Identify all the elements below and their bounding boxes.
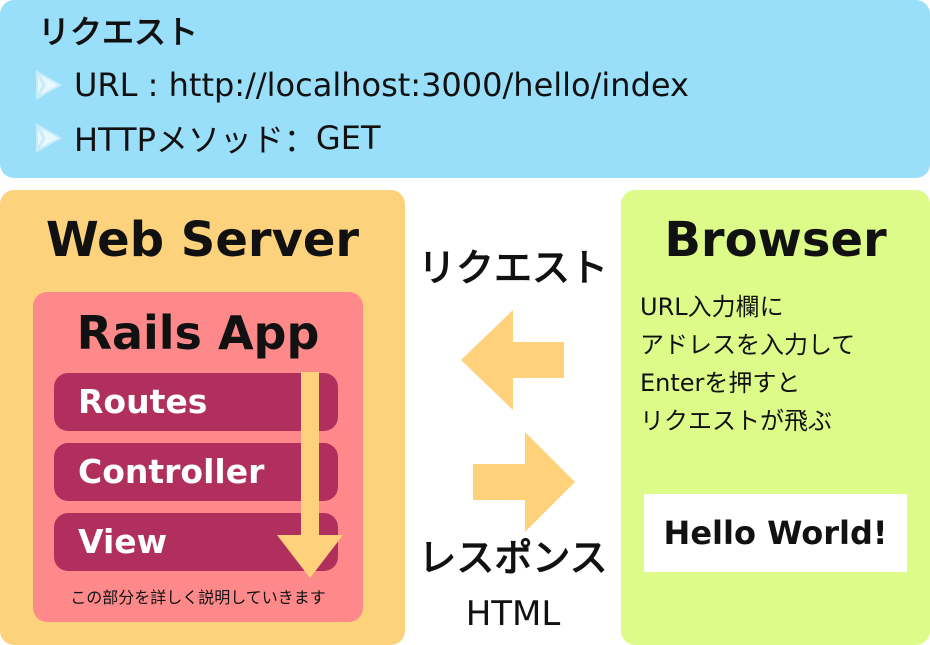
url-label: URL — [74, 66, 138, 104]
hello-world-text: Hello World! — [663, 514, 888, 552]
method-separator: ： — [283, 121, 316, 159]
browser-description-line: リクエストが飛ぶ — [640, 407, 832, 435]
method-label: HTTPメソッド — [74, 121, 284, 159]
browser-description-line: Enterを押すと — [640, 369, 801, 397]
browser-description: URL入力欄に アドレスを入力して Enterを押すと リクエストが飛ぶ — [640, 288, 925, 440]
response-label: レスポンス — [418, 536, 608, 580]
method-value: GET — [315, 119, 381, 157]
play-triangle-icon — [35, 123, 62, 153]
url-value: http://localhost:3000/hello/index — [168, 66, 689, 104]
rails-app-note: この部分を詳しく説明していきます — [70, 588, 326, 607]
right-arrow-icon — [473, 432, 575, 532]
request-label: リクエスト — [417, 246, 608, 290]
browser-description-line: URL入力欄に — [640, 293, 784, 321]
web-server-title: Web Server — [45, 212, 360, 268]
url-separator: : — [137, 66, 169, 104]
play-triangle-icon — [35, 70, 62, 100]
response-format: HTML — [465, 594, 561, 634]
request-heading: リクエスト — [38, 13, 199, 51]
browser-title: Browser — [664, 212, 887, 268]
browser-description-line: アドレスを入力して — [640, 331, 856, 359]
down-arrow-icon — [277, 372, 343, 578]
request-method-row: HTTPメソッド ： GET — [34, 114, 380, 162]
left-arrow-icon — [461, 310, 564, 410]
rails-app-title: Rails App — [76, 306, 320, 360]
request-url-row: URL : http://localhost:3000/hello/index — [34, 61, 689, 109]
